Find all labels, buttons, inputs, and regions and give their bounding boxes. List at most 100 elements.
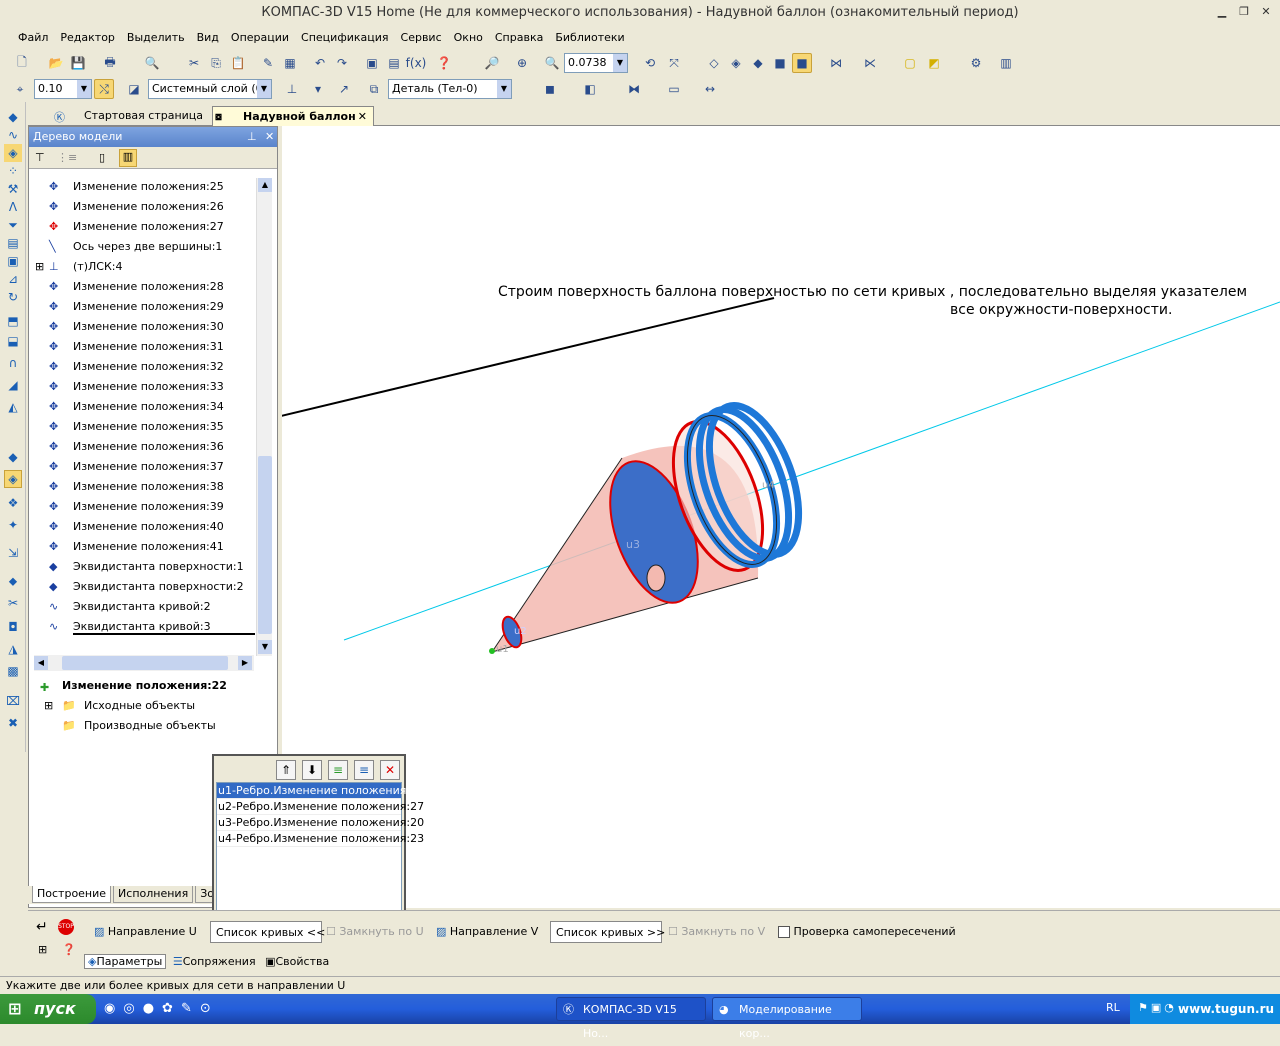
tree-item[interactable]: ✥ Изменение положения:36 <box>35 437 255 457</box>
tab-conjugations[interactable]: ☰Сопряжения <box>170 955 259 968</box>
tool-extra-icon[interactable]: ▥ <box>996 53 1016 73</box>
tree-horizontal-scrollbar[interactable]: ◀ ▶ <box>34 655 254 671</box>
help-pointer-icon[interactable]: ❓ <box>434 53 454 73</box>
tree-item[interactable]: ✥ Изменение положения:41 <box>35 537 255 557</box>
close-v-button[interactable]: ☐ Замкнуть по V <box>668 921 765 943</box>
tree-item[interactable]: ╲ Ось через две вершины:1 <box>35 237 255 257</box>
library-icon[interactable]: ⚙ <box>966 53 986 73</box>
tree-item[interactable]: ∿ Эквидистанта кривой:3 <box>35 617 255 637</box>
tree-item[interactable]: ✥ Изменение положения:32 <box>35 357 255 377</box>
scroll-down-icon[interactable]: ▼ <box>258 640 272 654</box>
anchor-icon[interactable]: ⊞ <box>38 943 47 956</box>
tree-item[interactable]: ✥ Изменение положения:28 <box>35 277 255 297</box>
tree-item[interactable]: ✥ Изменение положения:33 <box>35 377 255 397</box>
zoom-window-icon[interactable]: 🔎 <box>482 53 502 73</box>
manager-doc-icon[interactable]: ▣ <box>362 53 382 73</box>
tree-item[interactable]: ✥ Изменение положения:25 <box>35 177 255 197</box>
detail-combo[interactable]: Деталь (Тел-0) ▼ <box>388 79 512 99</box>
zoom-value-combo[interactable]: 0.0738 ▼ <box>564 53 628 73</box>
tree-order-icon[interactable]: ⋮≡ <box>57 151 77 164</box>
layer-icon[interactable]: ◪ <box>124 79 144 99</box>
fill-icon[interactable]: ◘ <box>4 618 22 636</box>
mate-icon[interactable]: ⧓ <box>624 79 644 99</box>
preview-icon[interactable]: 🔍 <box>142 53 162 73</box>
tree-mode-icon[interactable]: ▥ <box>119 149 137 167</box>
layer-combo[interactable]: Системный слой (0) ▼ <box>148 79 272 99</box>
fx-icon[interactable]: f(x) <box>406 53 427 73</box>
self-intersection-checkbox[interactable]: Проверка самопересечений <box>778 921 956 943</box>
stitch-icon[interactable]: ⬥ <box>4 572 22 590</box>
properties-icon[interactable]: ✎ <box>258 53 278 73</box>
redo-icon[interactable]: ↷ <box>332 53 352 73</box>
sketch-icon[interactable]: Λ <box>4 198 22 216</box>
pointer-lcs-icon[interactable]: ↗ <box>334 79 354 99</box>
patch-icon[interactable]: ◢ <box>4 376 22 394</box>
detail-icon[interactable]: ⧉ <box>364 79 384 99</box>
curve-row[interactable]: u3-Ребро.Изменение положения:20 <box>217 815 424 831</box>
menu-window[interactable]: Окно <box>448 28 489 48</box>
tree-item[interactable]: ✥ Изменение положения:31 <box>35 337 255 357</box>
direction-u-button[interactable]: ▨ Направление U <box>94 921 202 943</box>
menu-operations[interactable]: Операции <box>225 28 295 48</box>
curves-list-u-button[interactable]: Список кривых << <box>210 921 325 943</box>
app-icon[interactable]: ✎ <box>181 1001 200 1016</box>
tab-properties[interactable]: ▣Свойства <box>262 955 332 968</box>
zoom-all-icon[interactable]: ⊕ <box>512 53 532 73</box>
tree-item[interactable]: ✥ Изменение положения:40 <box>35 517 255 537</box>
rotate-surface-icon[interactable]: ↻ <box>4 288 22 306</box>
curve-row[interactable]: u2-Ребро.Изменение положения:27 <box>217 799 424 815</box>
manager-icon[interactable]: ▦ <box>280 53 300 73</box>
task-kompas[interactable]: Ⓚ КОМПАС-3D V15 Ho... <box>556 997 706 1040</box>
halftone-icon[interactable]: ■ <box>770 53 790 73</box>
add-after-icon[interactable]: ≡ <box>328 760 348 780</box>
close-window-button[interactable]: ✕ <box>1258 5 1274 19</box>
close-tab-icon[interactable]: ✕ <box>358 107 367 127</box>
trim-icon[interactable]: ✂ <box>4 594 22 612</box>
scroll-up-icon[interactable]: ▲ <box>258 178 272 192</box>
mesh-surface-icon[interactable]: ◈ <box>4 470 22 488</box>
move-up-icon[interactable]: ⇑ <box>276 760 296 780</box>
measure-icon[interactable]: ⊿ <box>4 270 22 288</box>
explorer-icon[interactable]: ◉ <box>104 1001 123 1016</box>
ruled-surface-icon[interactable]: ◭ <box>4 398 22 416</box>
tree-item[interactable]: ✥ Изменение положения:30 <box>35 317 255 337</box>
paste-icon[interactable]: 📋 <box>228 53 248 73</box>
tree-item[interactable]: ✥ Изменение положения:37 <box>35 457 255 477</box>
extrude-surface-icon[interactable]: ⬒ <box>4 312 22 330</box>
lcs-dropdown-icon[interactable]: ▾ <box>308 79 328 99</box>
details-derived[interactable]: 📁 Производные объекты <box>34 716 274 736</box>
tree-item[interactable]: ◆ Эквидистанта поверхности:2 <box>35 577 255 597</box>
menu-file[interactable]: Файл <box>12 28 54 48</box>
minimize-button[interactable]: ▁ <box>1214 5 1230 19</box>
menu-select[interactable]: Выделить <box>121 28 191 48</box>
hscroll-thumb[interactable] <box>62 656 228 670</box>
model-view[interactable]: u1 u2 u3 u4 <box>21 126 1280 908</box>
tree-item[interactable]: ◆ Эквидистанта поверхности:1 <box>35 557 255 577</box>
tree-view-icon[interactable]: ▯ <box>99 151 105 164</box>
gray-tool-icon[interactable]: ▭ <box>664 79 684 99</box>
undo-icon[interactable]: ↶ <box>310 53 330 73</box>
tree-item[interactable]: ✥ Изменение положения:29 <box>35 297 255 317</box>
assembly-icon[interactable]: ⚒ <box>4 180 22 198</box>
tree-item[interactable]: ✥ Изменение положения:34 <box>35 397 255 417</box>
curve-row[interactable]: u1-Ребро.Изменение положения:22 <box>217 783 424 799</box>
tree-structure-icon[interactable]: ⊤ <box>35 151 45 164</box>
filter2-icon[interactable]: ⋉ <box>860 53 880 73</box>
tree-item[interactable]: ∿ Эквидистанта кривой:2 <box>35 597 255 617</box>
pin-icon[interactable]: ⊥ <box>247 127 257 147</box>
dim-tool-icon[interactable]: ↔ <box>700 79 720 99</box>
filter-vert-icon[interactable]: ⏷ <box>4 216 22 234</box>
start-button[interactable]: ⊞ пуск <box>0 994 96 1024</box>
leaf-icon[interactable]: ✿ <box>162 1001 181 1016</box>
sections-icon[interactable]: ◩ <box>924 53 944 73</box>
tree-item[interactable]: ✥ Изменение положения:26 <box>35 197 255 217</box>
orientation-icon[interactable]: ⤧ <box>664 53 684 73</box>
tab-document[interactable]: ⧇ Надувной баллон ✕ <box>212 106 374 126</box>
checkbox-box[interactable] <box>778 926 790 938</box>
tab-parameters[interactable]: ◈Параметры <box>84 954 167 969</box>
patch2-icon[interactable]: ◮ <box>4 640 22 658</box>
print-icon[interactable]: 🖶 <box>100 53 120 73</box>
compass-icon[interactable]: ⊙ <box>200 1001 219 1016</box>
filter-icon[interactable]: ⋈ <box>826 53 846 73</box>
delete-icon[interactable]: ✖ <box>4 714 22 732</box>
